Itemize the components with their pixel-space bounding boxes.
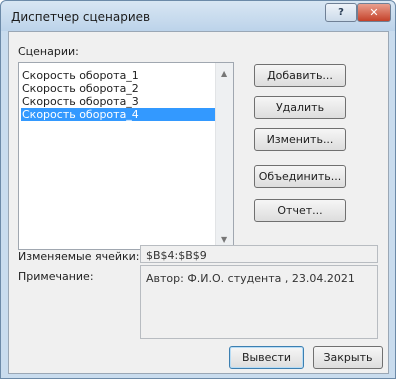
add-button[interactable]: Добавить... [254,64,346,87]
scroll-up-icon[interactable]: ▲ [221,69,227,78]
list-item[interactable]: Скорость оборота_2 [21,82,216,95]
merge-button[interactable]: Объединить... [254,165,346,188]
scenarios-list[interactable]: Скорость оборота_1 Скорость оборота_2 Ск… [18,62,234,250]
list-item[interactable]: Скорость оборота_3 [21,95,216,108]
comment-field: Автор: Ф.И.О. студента , 23.04.2021 [140,265,378,339]
title-bar: Диспетчер сценариев ? ✕ [1,1,395,31]
dialog-body: Сценарии: Скорость оборота_1 Скорость об… [8,31,389,374]
comment-label: Примечание: [18,270,94,283]
edit-button[interactable]: Изменить... [254,128,346,151]
scrollbar[interactable]: ▲ ▼ [215,63,233,249]
help-button[interactable]: ? [325,3,357,22]
question-mark-icon: ? [338,7,344,18]
scenario-manager-dialog: Диспетчер сценариев ? ✕ Сценарии: Скорос… [0,0,396,379]
show-button[interactable]: Вывести [229,346,304,369]
close-window-button[interactable]: ✕ [357,3,391,22]
report-button[interactable]: Отчет... [254,199,346,222]
dialog-title: Диспетчер сценариев [11,10,151,24]
close-icon: ✕ [369,6,379,19]
list-item-selected[interactable]: Скорость оборота_4 [21,108,216,121]
list-item[interactable]: Скорость оборота_1 [21,69,216,82]
scenarios-label: Сценарии: [18,45,79,58]
close-button[interactable]: Закрыть [313,346,383,369]
changing-cells-field: $B$4:$B$9 [140,245,378,263]
changing-cells-label: Изменяемые ячейки: [18,250,140,263]
scroll-down-icon[interactable]: ▼ [221,235,227,244]
delete-button[interactable]: Удалить [254,96,346,119]
